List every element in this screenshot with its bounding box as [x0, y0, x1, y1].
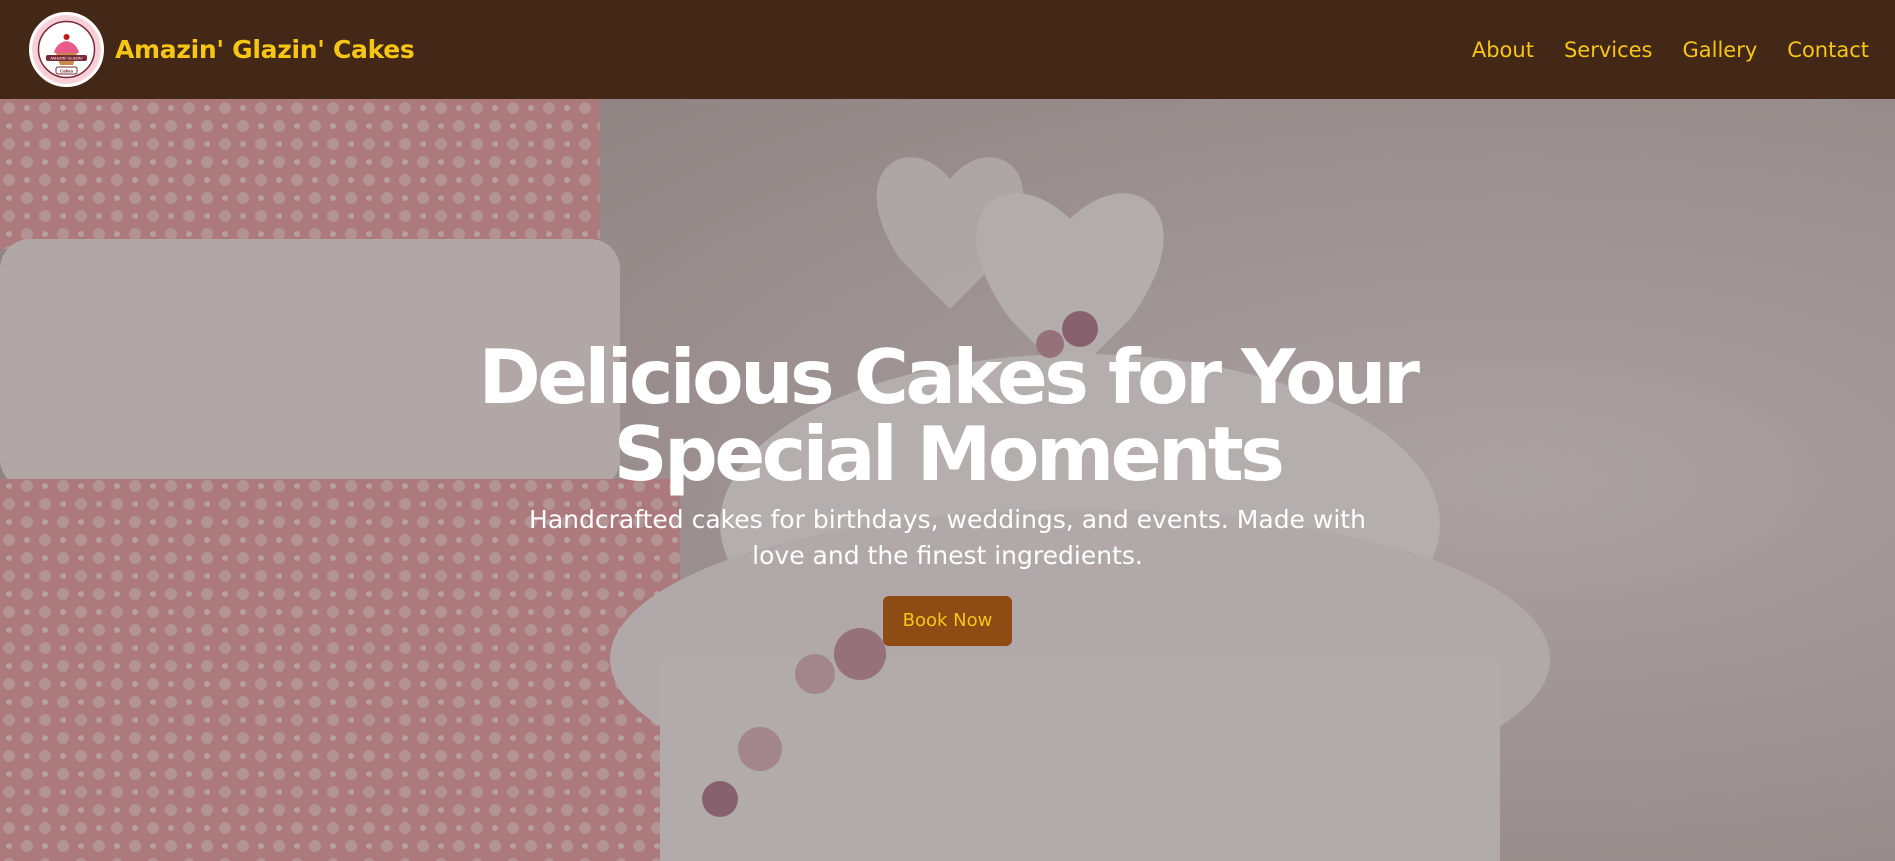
navbar: AMAZIN' GLAZIN' Cakes Amazin' Glazin' Ca… [0, 0, 1895, 99]
logo-graphic: AMAZIN' GLAZIN' Cakes [33, 16, 100, 83]
logo-subtext: Cakes [60, 69, 74, 74]
hero-title: Delicious Cakes for Your Special Moments [478, 333, 1420, 498]
nav-contact-link[interactable]: Contact [1787, 38, 1869, 62]
hero-content: Delicious Cakes for Your Special Moments… [0, 339, 1895, 646]
cupcake-logo-icon[interactable]: AMAZIN' GLAZIN' Cakes [29, 12, 104, 87]
hero-subtitle: Handcrafted cakes for birthdays, wedding… [529, 505, 1366, 570]
main-nav: About Services Gallery Contact [1442, 38, 1869, 62]
nav-services-link[interactable]: Services [1564, 38, 1653, 62]
brand[interactable]: AMAZIN' GLAZIN' Cakes Amazin' Glazin' Ca… [29, 12, 415, 87]
book-now-button[interactable]: Book Now [882, 596, 1013, 646]
logo-text: AMAZIN' GLAZIN' [50, 56, 82, 61]
nav-about-link[interactable]: About [1472, 38, 1534, 62]
hero-section: Delicious Cakes for Your Special Moments… [0, 99, 1895, 861]
brand-name[interactable]: Amazin' Glazin' Cakes [115, 35, 415, 64]
nav-gallery-link[interactable]: Gallery [1683, 38, 1758, 62]
